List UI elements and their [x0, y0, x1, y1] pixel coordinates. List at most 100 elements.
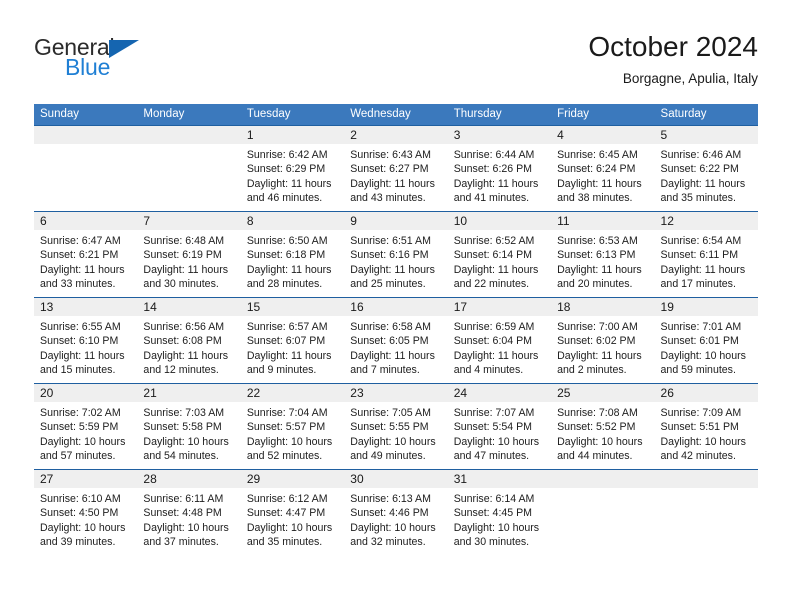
daylight-text-line1: Daylight: 10 hours [660, 435, 746, 448]
daylight-text-line1: Daylight: 11 hours [557, 349, 642, 362]
daylight-text-line1: Daylight: 11 hours [246, 349, 332, 362]
day-cell[interactable]: 11 Sunrise: 6:53 AM Sunset: 6:13 PM Dayl… [551, 212, 655, 297]
sunrise-text: Sunrise: 7:07 AM [453, 407, 535, 419]
day-cell[interactable]: 24 Sunrise: 7:07 AM Sunset: 5:54 PM Dayl… [447, 384, 552, 469]
day-number [551, 472, 557, 486]
day-cell[interactable]: 23 Sunrise: 7:05 AM Sunset: 5:55 PM Dayl… [344, 384, 448, 469]
sunset-text: Sunset: 5:58 PM [143, 421, 222, 434]
day-cell[interactable]: 27 Sunrise: 6:10 AM Sunset: 4:50 PM Dayl… [34, 470, 138, 555]
logo-triangle-icon [109, 40, 139, 58]
day-number: 22 [246, 386, 261, 400]
daylight-text-line2: and 22 minutes. [453, 278, 530, 291]
day-cell[interactable]: 5 Sunrise: 6:46 AM Sunset: 6:22 PM Dayli… [654, 126, 758, 211]
day-number: 4 [557, 128, 564, 142]
sunset-text: Sunset: 4:45 PM [453, 507, 533, 520]
calendar-week-row: 13 Sunrise: 6:55 AM Sunset: 6:10 PM Dayl… [34, 297, 758, 383]
sunrise-text: Sunrise: 6:59 AM [453, 321, 535, 333]
day-number: 16 [350, 300, 364, 314]
daylight-text-line2: and 46 minutes. [246, 192, 323, 205]
day-cell[interactable]: 4 Sunrise: 6:45 AM Sunset: 6:24 PM Dayli… [551, 126, 655, 211]
daylight-text-line2: and 20 minutes. [557, 278, 633, 291]
daylight-text-line2: and 59 minutes. [660, 364, 736, 377]
general-blue-logo[interactable]: General Blue [34, 34, 254, 94]
sunrise-text: Sunrise: 6:51 AM [350, 235, 431, 247]
sunrise-text: Sunrise: 6:53 AM [557, 235, 638, 247]
daylight-text-line1: Daylight: 10 hours [143, 435, 229, 448]
day-cell[interactable]: 18 Sunrise: 7:00 AM Sunset: 6:02 PM Dayl… [551, 298, 655, 383]
daylight-text-line1: Daylight: 11 hours [660, 177, 746, 190]
day-cell[interactable]: 14 Sunrise: 6:56 AM Sunset: 6:08 PM Dayl… [137, 298, 241, 383]
day-cell[interactable]: 2 Sunrise: 6:43 AM Sunset: 6:27 PM Dayli… [344, 126, 448, 211]
title-block: October 2024 Borgagne, Apulia, Italy [588, 30, 758, 89]
day-number: 20 [40, 386, 54, 400]
sunrise-text: Sunrise: 6:42 AM [246, 149, 328, 161]
sunset-text: Sunset: 6:02 PM [557, 335, 636, 348]
sunrise-text: Sunrise: 6:47 AM [40, 235, 121, 247]
day-cell[interactable] [551, 470, 655, 555]
daylight-text-line2: and 39 minutes. [40, 536, 116, 549]
daylight-text-line2: and 47 minutes. [453, 450, 530, 463]
day-cell[interactable]: 6 Sunrise: 6:47 AM Sunset: 6:21 PM Dayli… [34, 212, 138, 297]
day-number: 28 [143, 472, 157, 486]
sunset-text: Sunset: 6:01 PM [660, 335, 739, 348]
day-cell[interactable]: 20 Sunrise: 7:02 AM Sunset: 5:59 PM Dayl… [34, 384, 138, 469]
sunrise-text: Sunrise: 6:56 AM [143, 321, 225, 333]
day-cell[interactable]: 1 Sunrise: 6:42 AM Sunset: 6:29 PM Dayli… [240, 126, 345, 211]
day-cell[interactable]: 21 Sunrise: 7:03 AM Sunset: 5:58 PM Dayl… [137, 384, 241, 469]
sunrise-text: Sunrise: 6:12 AM [246, 493, 328, 505]
sunset-text: Sunset: 5:52 PM [557, 421, 636, 434]
daylight-text-line1: Daylight: 11 hours [40, 349, 125, 362]
day-cell[interactable]: 26 Sunrise: 7:09 AM Sunset: 5:51 PM Dayl… [654, 384, 758, 469]
day-cell[interactable]: 19 Sunrise: 7:01 AM Sunset: 6:01 PM Dayl… [654, 298, 758, 383]
day-cell[interactable] [137, 126, 241, 211]
daylight-text-line2: and 38 minutes. [557, 192, 633, 205]
day-cell[interactable]: 15 Sunrise: 6:57 AM Sunset: 6:07 PM Dayl… [240, 298, 345, 383]
daylight-text-line1: Daylight: 11 hours [350, 177, 435, 190]
day-cell[interactable]: 7 Sunrise: 6:48 AM Sunset: 6:19 PM Dayli… [137, 212, 241, 297]
sunset-text: Sunset: 6:18 PM [246, 249, 326, 262]
day-cell[interactable]: 9 Sunrise: 6:51 AM Sunset: 6:16 PM Dayli… [344, 212, 448, 297]
weekday-tuesday: Tuesday [246, 108, 291, 120]
sunset-text: Sunset: 6:21 PM [40, 249, 119, 262]
day-cell[interactable]: 17 Sunrise: 6:59 AM Sunset: 6:04 PM Dayl… [447, 298, 552, 383]
day-cell[interactable]: 16 Sunrise: 6:58 AM Sunset: 6:05 PM Dayl… [344, 298, 448, 383]
day-cell[interactable]: 22 Sunrise: 7:04 AM Sunset: 5:57 PM Dayl… [240, 384, 345, 469]
daylight-text-line2: and 25 minutes. [350, 278, 426, 291]
day-number: 1 [246, 128, 254, 142]
day-cell[interactable]: 12 Sunrise: 6:54 AM Sunset: 6:11 PM Dayl… [654, 212, 758, 297]
sunset-text: Sunset: 6:27 PM [350, 163, 429, 176]
day-cell[interactable]: 13 Sunrise: 6:55 AM Sunset: 6:10 PM Dayl… [34, 298, 138, 383]
daylight-text-line1: Daylight: 10 hours [246, 435, 333, 448]
day-cell[interactable]: 30 Sunrise: 6:13 AM Sunset: 4:46 PM Dayl… [344, 470, 448, 555]
day-number: 11 [557, 214, 570, 228]
day-number: 30 [350, 472, 364, 486]
weekday-sunday: Sunday [40, 108, 80, 120]
day-number: 9 [350, 214, 357, 228]
sunrise-text: Sunrise: 7:01 AM [660, 321, 742, 333]
day-cell[interactable]: 3 Sunrise: 6:44 AM Sunset: 6:26 PM Dayli… [447, 126, 552, 211]
sunrise-text: Sunrise: 6:44 AM [453, 149, 535, 161]
day-cell[interactable]: 29 Sunrise: 6:12 AM Sunset: 4:47 PM Dayl… [240, 470, 345, 555]
daylight-text-line2: and 44 minutes. [557, 450, 633, 463]
day-cell[interactable]: 28 Sunrise: 6:11 AM Sunset: 4:48 PM Dayl… [137, 470, 241, 555]
daylight-text-line1: Daylight: 10 hours [246, 521, 333, 534]
daylight-text-line1: Daylight: 11 hours [143, 263, 229, 276]
sunset-text: Sunset: 6:22 PM [660, 163, 739, 176]
sunrise-text: Sunrise: 7:09 AM [660, 407, 742, 419]
day-cell[interactable]: 31 Sunrise: 6:14 AM Sunset: 4:45 PM Dayl… [447, 470, 552, 555]
day-cell[interactable] [34, 126, 138, 211]
day-number: 19 [660, 300, 674, 314]
sunset-text: Sunset: 6:10 PM [40, 335, 119, 348]
day-cell[interactable]: 10 Sunrise: 6:52 AM Sunset: 6:14 PM Dayl… [447, 212, 552, 297]
page-header: General Blue October 2024 Borgagne, Apul… [34, 30, 758, 98]
sunrise-text: Sunrise: 6:50 AM [246, 235, 328, 247]
daylight-text-line2: and 35 minutes. [246, 536, 323, 549]
day-cell[interactable]: 25 Sunrise: 7:08 AM Sunset: 5:52 PM Dayl… [551, 384, 655, 469]
sunrise-text: Sunrise: 6:45 AM [557, 149, 638, 161]
daylight-text-line1: Daylight: 11 hours [557, 177, 642, 190]
day-number: 12 [660, 214, 674, 228]
weekday-thursday: Thursday [453, 108, 502, 120]
sunset-text: Sunset: 6:26 PM [453, 163, 533, 176]
day-cell[interactable] [654, 470, 758, 555]
day-cell[interactable]: 8 Sunrise: 6:50 AM Sunset: 6:18 PM Dayli… [240, 212, 345, 297]
